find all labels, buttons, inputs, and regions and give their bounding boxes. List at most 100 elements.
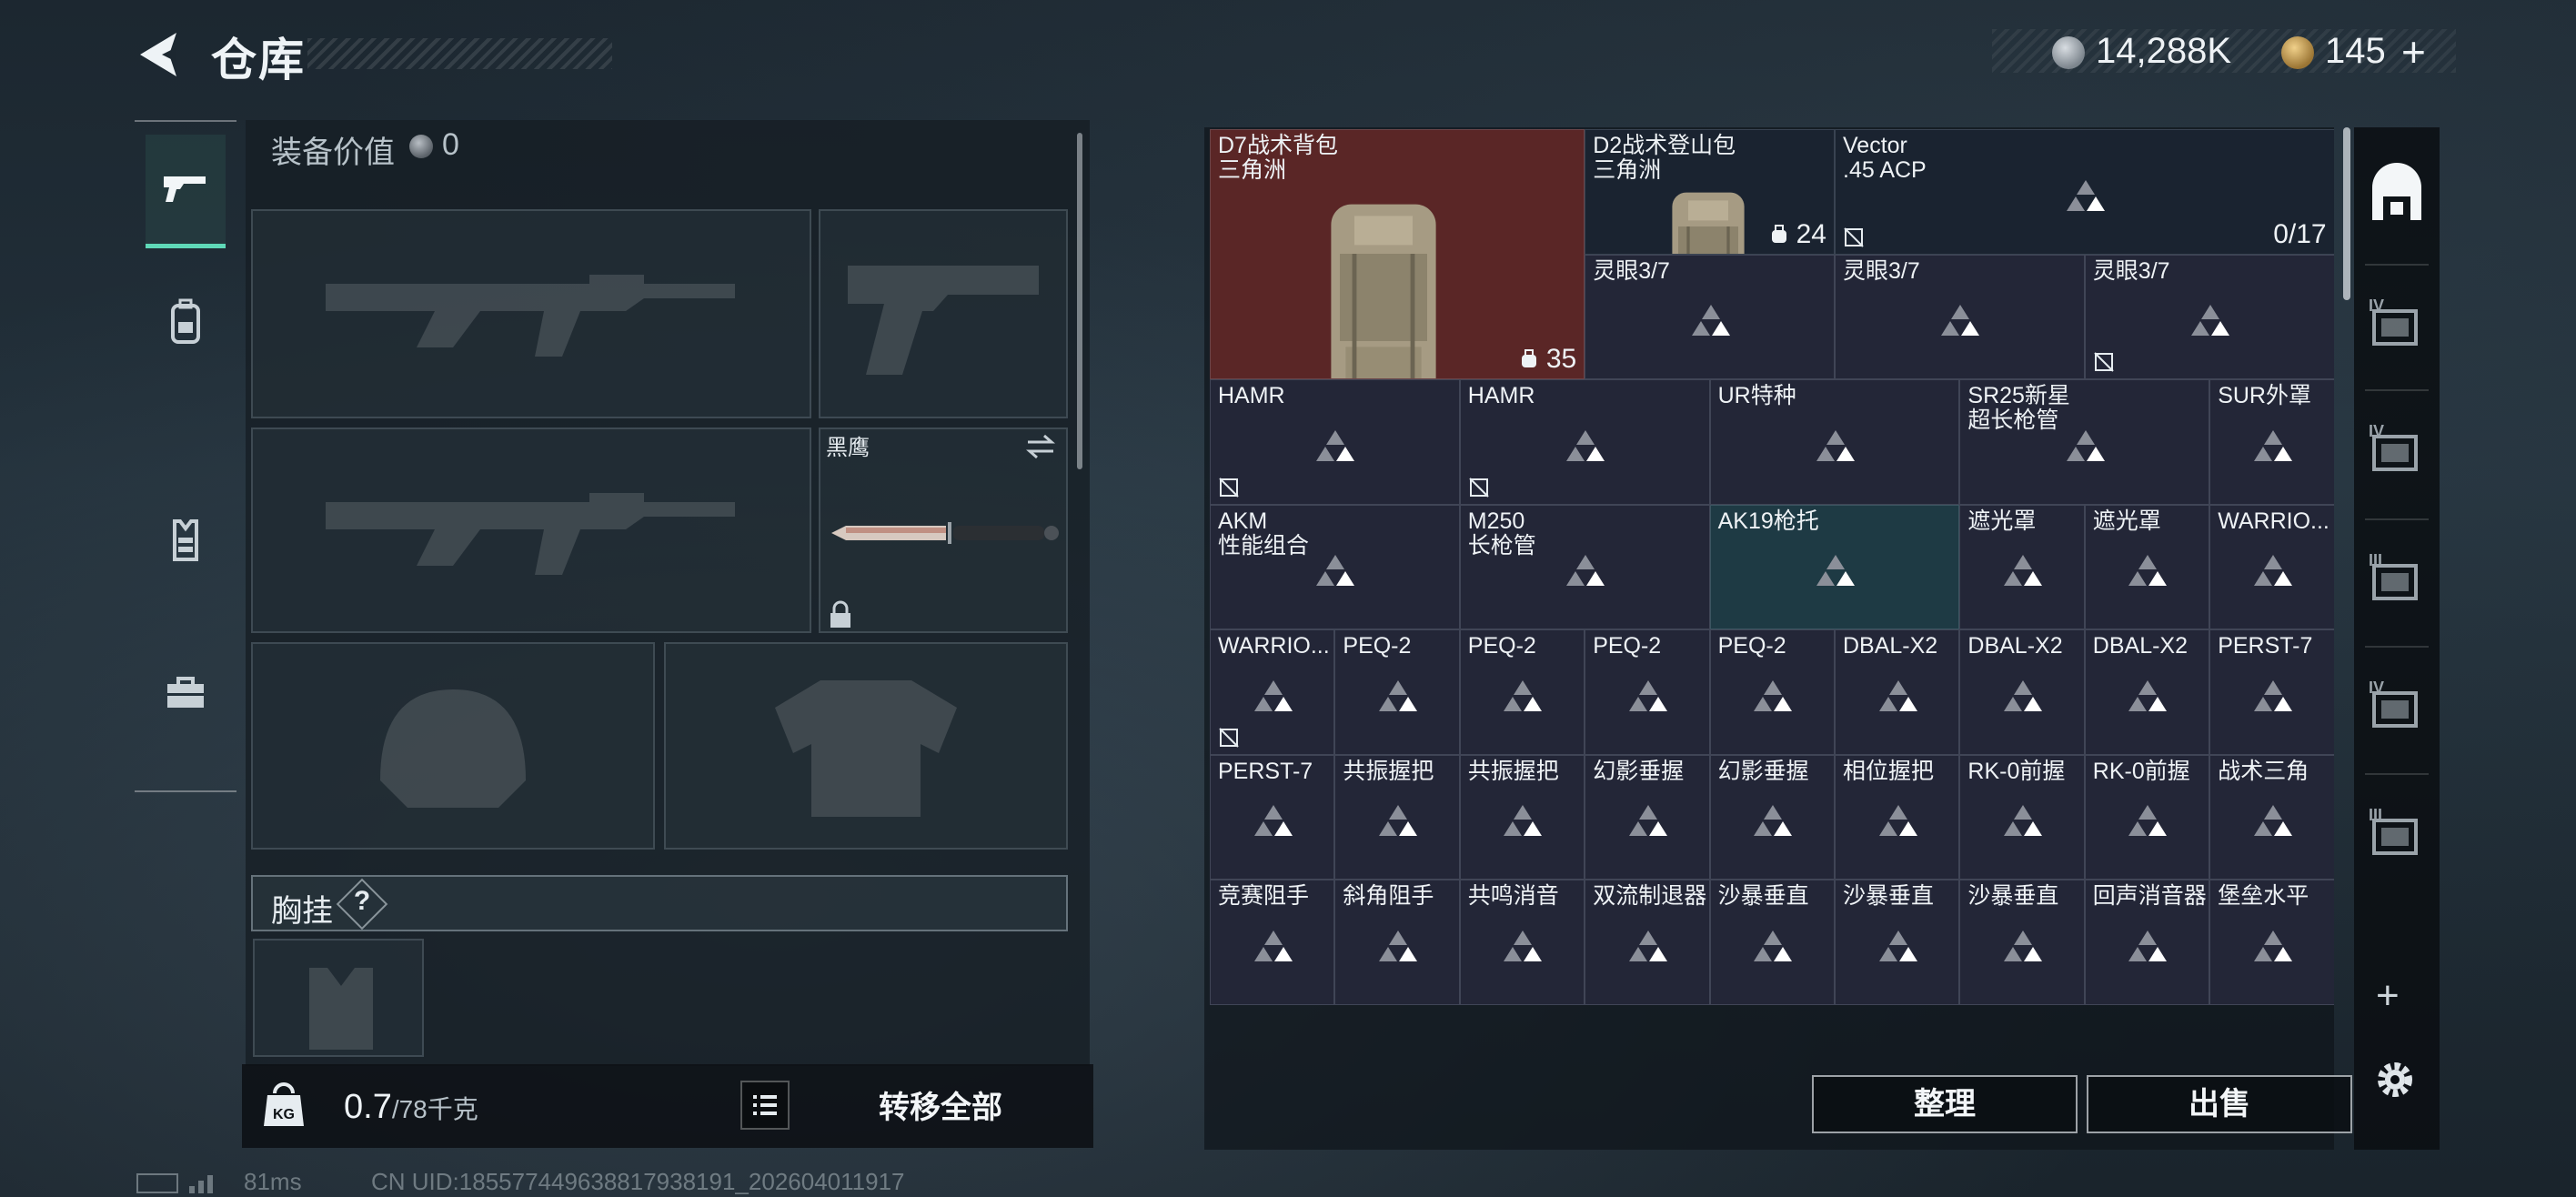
storage-item[interactable]: 幻影垂握: [1585, 754, 1710, 880]
transfer-all-button[interactable]: 转移全部: [822, 1082, 1059, 1127]
storage-item[interactable]: 灵眼3/7: [2084, 254, 2334, 379]
weight-max: /78千克: [391, 1095, 478, 1123]
backpack-icon: [171, 298, 200, 344]
storage-item[interactable]: D7战术背包 三角洲 35: [1210, 129, 1585, 379]
title-decoration: [307, 38, 612, 69]
storage-item[interactable]: PERST-7: [2209, 629, 2334, 755]
rail-divider: [2365, 646, 2429, 648]
storage-item[interactable]: 沙暴垂直: [1959, 880, 2085, 1005]
item-name: SUR外罩: [2218, 383, 2311, 408]
storage-tab[interactable]: III: [2363, 546, 2430, 619]
storage-item[interactable]: RK-0前握: [2084, 754, 2210, 880]
helmet-slot[interactable]: [251, 642, 655, 850]
storage-item[interactable]: 遮光罩: [1959, 504, 2085, 629]
category-vest[interactable]: [146, 486, 226, 595]
item-placeholder-icon: [2004, 930, 2043, 961]
storage-item[interactable]: 相位握把: [1835, 754, 1960, 880]
storage-item[interactable]: 遮光罩: [2084, 504, 2210, 629]
storage-tab[interactable]: III: [2363, 800, 2430, 873]
storage-item[interactable]: 回声消音器: [2084, 880, 2210, 1005]
storage-item[interactable]: 共振握把: [1459, 754, 1585, 880]
item-placeholder-icon: [1878, 805, 1917, 837]
category-weapons[interactable]: [146, 135, 226, 248]
storage-item[interactable]: UR特种: [1709, 379, 1960, 505]
storage-item[interactable]: WARRIO...: [1210, 629, 1335, 755]
storage-item[interactable]: PEQ-2: [1709, 629, 1835, 755]
chest-rig-slot[interactable]: [253, 939, 424, 1057]
storage-item[interactable]: 堡垒水平: [2209, 880, 2334, 1005]
storage-item[interactable]: PEQ-2: [1334, 629, 1460, 755]
storage-tab[interactable]: IV: [2363, 417, 2430, 489]
add-storage-button[interactable]: +: [2376, 973, 2400, 1019]
storage-item[interactable]: M250 长枪管: [1459, 504, 1710, 629]
sidearm-slot[interactable]: [819, 209, 1068, 418]
item-placeholder-icon: [1566, 429, 1605, 461]
storage-item[interactable]: RK-0前握: [1959, 754, 2085, 880]
item-placeholder-icon: [2128, 930, 2168, 961]
storage-item[interactable]: PERST-7: [1210, 754, 1335, 880]
item-placeholder-icon: [2128, 679, 2168, 711]
storage-item[interactable]: 灵眼3/7: [1835, 254, 2085, 379]
vest-icon: [173, 519, 198, 561]
storage-item[interactable]: 沙暴垂直: [1709, 880, 1835, 1005]
item-name: PEQ-2: [1467, 633, 1536, 659]
sell-button[interactable]: 出售: [2087, 1075, 2352, 1133]
storage-item[interactable]: HAMR: [1459, 379, 1710, 505]
storage-item[interactable]: DBAL-X2: [2084, 629, 2210, 755]
list-view-button[interactable]: [740, 1081, 790, 1130]
equipment-scrollbar[interactable]: [1077, 133, 1082, 469]
storage-item[interactable]: DBAL-X2: [1959, 629, 2085, 755]
storage-item[interactable]: 共鸣消音: [1459, 880, 1585, 1005]
item-placeholder-icon: [1878, 679, 1917, 711]
storage-item[interactable]: 斜角阻手: [1334, 880, 1460, 1005]
category-backpack[interactable]: [146, 267, 226, 377]
armor-slot[interactable]: [664, 642, 1068, 850]
storage-item[interactable]: 灵眼3/7: [1585, 254, 1835, 379]
ammo-count: 0/17: [2273, 218, 2327, 249]
gear-icon[interactable]: [2372, 1057, 2418, 1102]
storage-item[interactable]: 双流制退器: [1585, 880, 1710, 1005]
storage-item[interactable]: AKM 性能组合: [1210, 504, 1460, 629]
item-name: 堡垒水平: [2218, 883, 2309, 909]
storage-tab[interactable]: IV: [2363, 291, 2430, 364]
storage-case-icon: IV: [2369, 297, 2418, 346]
storage-item[interactable]: 幻影垂握: [1709, 754, 1835, 880]
storage-scrollbar[interactable]: [2343, 127, 2350, 300]
item-placeholder-icon: [1628, 679, 1667, 711]
storage-item[interactable]: AK19枪托: [1709, 504, 1960, 629]
storage-item[interactable]: HAMR: [1210, 379, 1460, 505]
item-placeholder-icon: [1253, 930, 1293, 961]
secondary-weapon-slot[interactable]: [251, 428, 811, 633]
category-tools[interactable]: [146, 639, 226, 748]
storage-item[interactable]: Vector .45 ACP 0/17: [1835, 129, 2334, 255]
item-name: PEQ-2: [1593, 633, 1662, 659]
page-title: 仓库: [211, 35, 306, 86]
storage-tab[interactable]: IV: [2363, 673, 2430, 746]
signal-icon: [189, 1175, 213, 1193]
storage-item[interactable]: SR25新星 超长枪管: [1959, 379, 2210, 505]
helmet-silhouette-icon: [380, 689, 526, 808]
item-placeholder-icon: [2253, 555, 2292, 587]
storage-item[interactable]: DBAL-X2: [1835, 629, 1960, 755]
storage-item[interactable]: PEQ-2: [1459, 629, 1585, 755]
item-placeholder-icon: [2004, 679, 2043, 711]
item-placeholder-icon: [1504, 930, 1543, 961]
storage-item[interactable]: PEQ-2: [1585, 629, 1710, 755]
primary-weapon-slot[interactable]: [251, 209, 811, 418]
storage-item[interactable]: 共振握把: [1334, 754, 1460, 880]
storage-item[interactable]: 战术三角: [2209, 754, 2334, 880]
storage-item[interactable]: 竞赛阻手: [1210, 880, 1335, 1005]
add-currency-button[interactable]: +: [2401, 27, 2426, 76]
storage-item[interactable]: D2战术登山包 三角洲 24: [1585, 129, 1835, 255]
storage-item[interactable]: 沙暴垂直: [1835, 880, 1960, 1005]
item-placeholder-icon: [1566, 555, 1605, 587]
swap-icon[interactable]: [1024, 433, 1057, 460]
storage-tab[interactable]: [2363, 160, 2430, 233]
sort-button[interactable]: 整理: [1812, 1075, 2078, 1133]
storage-item[interactable]: WARRIO...: [2209, 504, 2334, 629]
back-icon[interactable]: [135, 27, 189, 82]
storage-item[interactable]: SUR外罩: [2209, 379, 2334, 505]
weight-current: 0.7: [344, 1088, 392, 1126]
pistol-icon: [164, 176, 206, 202]
item-placeholder-icon: [2066, 429, 2105, 461]
